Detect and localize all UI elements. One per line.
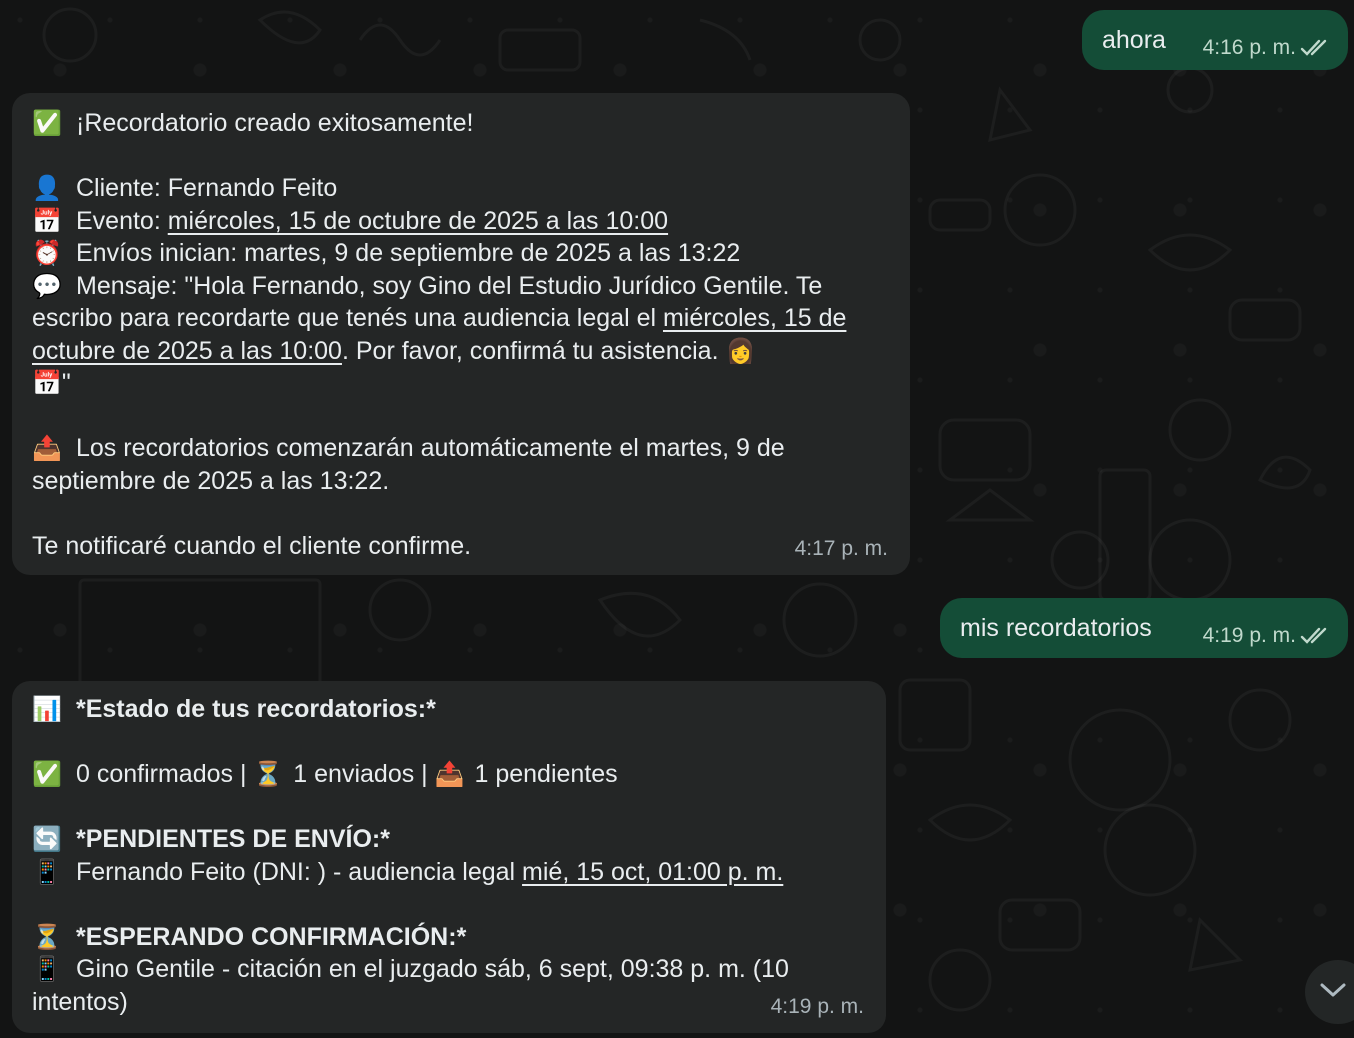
incoming-message-reminder-created[interactable]: ✅ ¡Recordatorio creado exitosamente! 👤 Cli…	[12, 93, 910, 575]
double-check-icon	[1300, 626, 1330, 646]
message-title-line: ✅ ¡Recordatorio creado exitosamente!	[32, 107, 890, 140]
waiting-title: *ESPERANDO CONFIRMACIÓN:*	[76, 922, 467, 951]
message-meta: 4:17 p. m.	[795, 533, 888, 566]
check-mark-icon: ✅	[32, 109, 62, 137]
speech-balloon-icon: 💬	[32, 271, 62, 300]
hourglass-icon: ⏳	[32, 922, 62, 951]
waiting-item-text: Gino Gentile - citación en el juzgado sá…	[32, 955, 789, 1016]
message-line: 💬 Mensaje: "Hola Fernando, soy Gino del E…	[32, 270, 890, 400]
client-line: 👤 Cliente: Fernando Feito	[32, 172, 890, 205]
alarm-clock-icon: ⏰	[32, 239, 62, 267]
auto-start-line: 📤 Los recordatorios comenzarán automática…	[32, 432, 890, 497]
pending-title: *PENDIENTES DE ENVÍO:*	[76, 825, 390, 853]
message-meta: 4:16 p. m.	[1203, 32, 1330, 65]
sends-line: ⏰ Envíos inician: martes, 9 de septiembre…	[32, 237, 890, 270]
mobile-phone-icon: 📱	[32, 955, 62, 983]
message-title: ¡Recordatorio creado exitosamente!	[76, 109, 474, 137]
outbox-tray-icon: 📤	[32, 434, 62, 462]
mobile-phone-icon: 📱	[32, 857, 62, 886]
waiting-item: 📱 Gino Gentile - citación en el juzgado s…	[32, 953, 866, 1018]
hourglass-icon: ⏳	[253, 760, 284, 788]
auto-start-text: Los recordatorios comenzarán automáticam…	[32, 434, 785, 495]
message-time: 4:19 p. m.	[1202, 624, 1296, 647]
message-time: 4:16 p. m.	[1202, 36, 1296, 59]
double-check-icon	[1300, 38, 1330, 58]
event-line: 📅 Evento: miércoles, 15 de octubre de 202…	[32, 205, 890, 238]
pending-title-line: 🔄 *PENDIENTES DE ENVÍO:*	[32, 823, 866, 856]
counts-line: ✅ 0 confirmados | ⏳ 1 enviados | 📤 1 pendie…	[32, 758, 866, 791]
outgoing-message-ahora[interactable]: ahora 4:16 p. m.	[1082, 10, 1348, 70]
calendar-icon: 📅	[32, 369, 62, 397]
message-meta: 4:19 p. m.	[771, 991, 864, 1024]
calendar-icon: 📅	[32, 206, 62, 235]
status-title: *Estado de tus recordatorios:*	[76, 695, 436, 723]
incoming-message-reminder-status[interactable]: 📊 *Estado de tus recordatorios:* ✅ 0 confi…	[12, 681, 886, 1033]
refresh-icon: 🔄	[32, 825, 62, 853]
pending-item: 📱 Fernando Feito (DNI: ) - audiencia lega…	[32, 856, 866, 889]
woman-icon: 👩	[725, 336, 756, 365]
pending-item-text: Fernando Feito (DNI: ) - audiencia legal	[76, 857, 523, 886]
chevron-down-icon	[1319, 981, 1347, 1004]
message-text-b: . Por favor, confirmá tu asistencia.	[341, 336, 726, 365]
check-mark-icon: ✅	[32, 760, 62, 788]
event-label: Evento:	[76, 206, 168, 235]
pending-count: 1 pendientes	[474, 760, 618, 788]
outbox-tray-icon: 📤	[434, 760, 465, 788]
person-icon: 👤	[32, 174, 62, 202]
waiting-title-line: ⏳ *ESPERANDO CONFIRMACIÓN:*	[32, 921, 866, 954]
message-meta: 4:19 p. m.	[1203, 620, 1330, 653]
outgoing-message-mis-recordatorios[interactable]: mis recordatorios 4:19 p. m.	[940, 598, 1348, 658]
sends-text: Envíos inician: martes, 9 de septiembre …	[76, 239, 741, 267]
message-time: 4:19 p. m.	[770, 994, 864, 1018]
event-date-link[interactable]: miércoles, 15 de octubre de 2025 a las 1…	[168, 207, 668, 235]
sent-count: 1 enviados |	[293, 760, 435, 788]
message-time: 4:17 p. m.	[794, 536, 888, 560]
pending-date-link[interactable]: mié, 15 oct, 01:00 p. m.	[522, 858, 783, 886]
bar-chart-icon: 📊	[32, 695, 62, 723]
confirmed-count: 0 confirmados |	[76, 760, 254, 788]
status-title-line: 📊 *Estado de tus recordatorios:*	[32, 693, 866, 726]
message-text-end: "	[61, 369, 71, 397]
notify-text: Te notificaré cuando el cliente confirme…	[32, 531, 472, 560]
client-text: Cliente: Fernando Feito	[76, 174, 338, 202]
